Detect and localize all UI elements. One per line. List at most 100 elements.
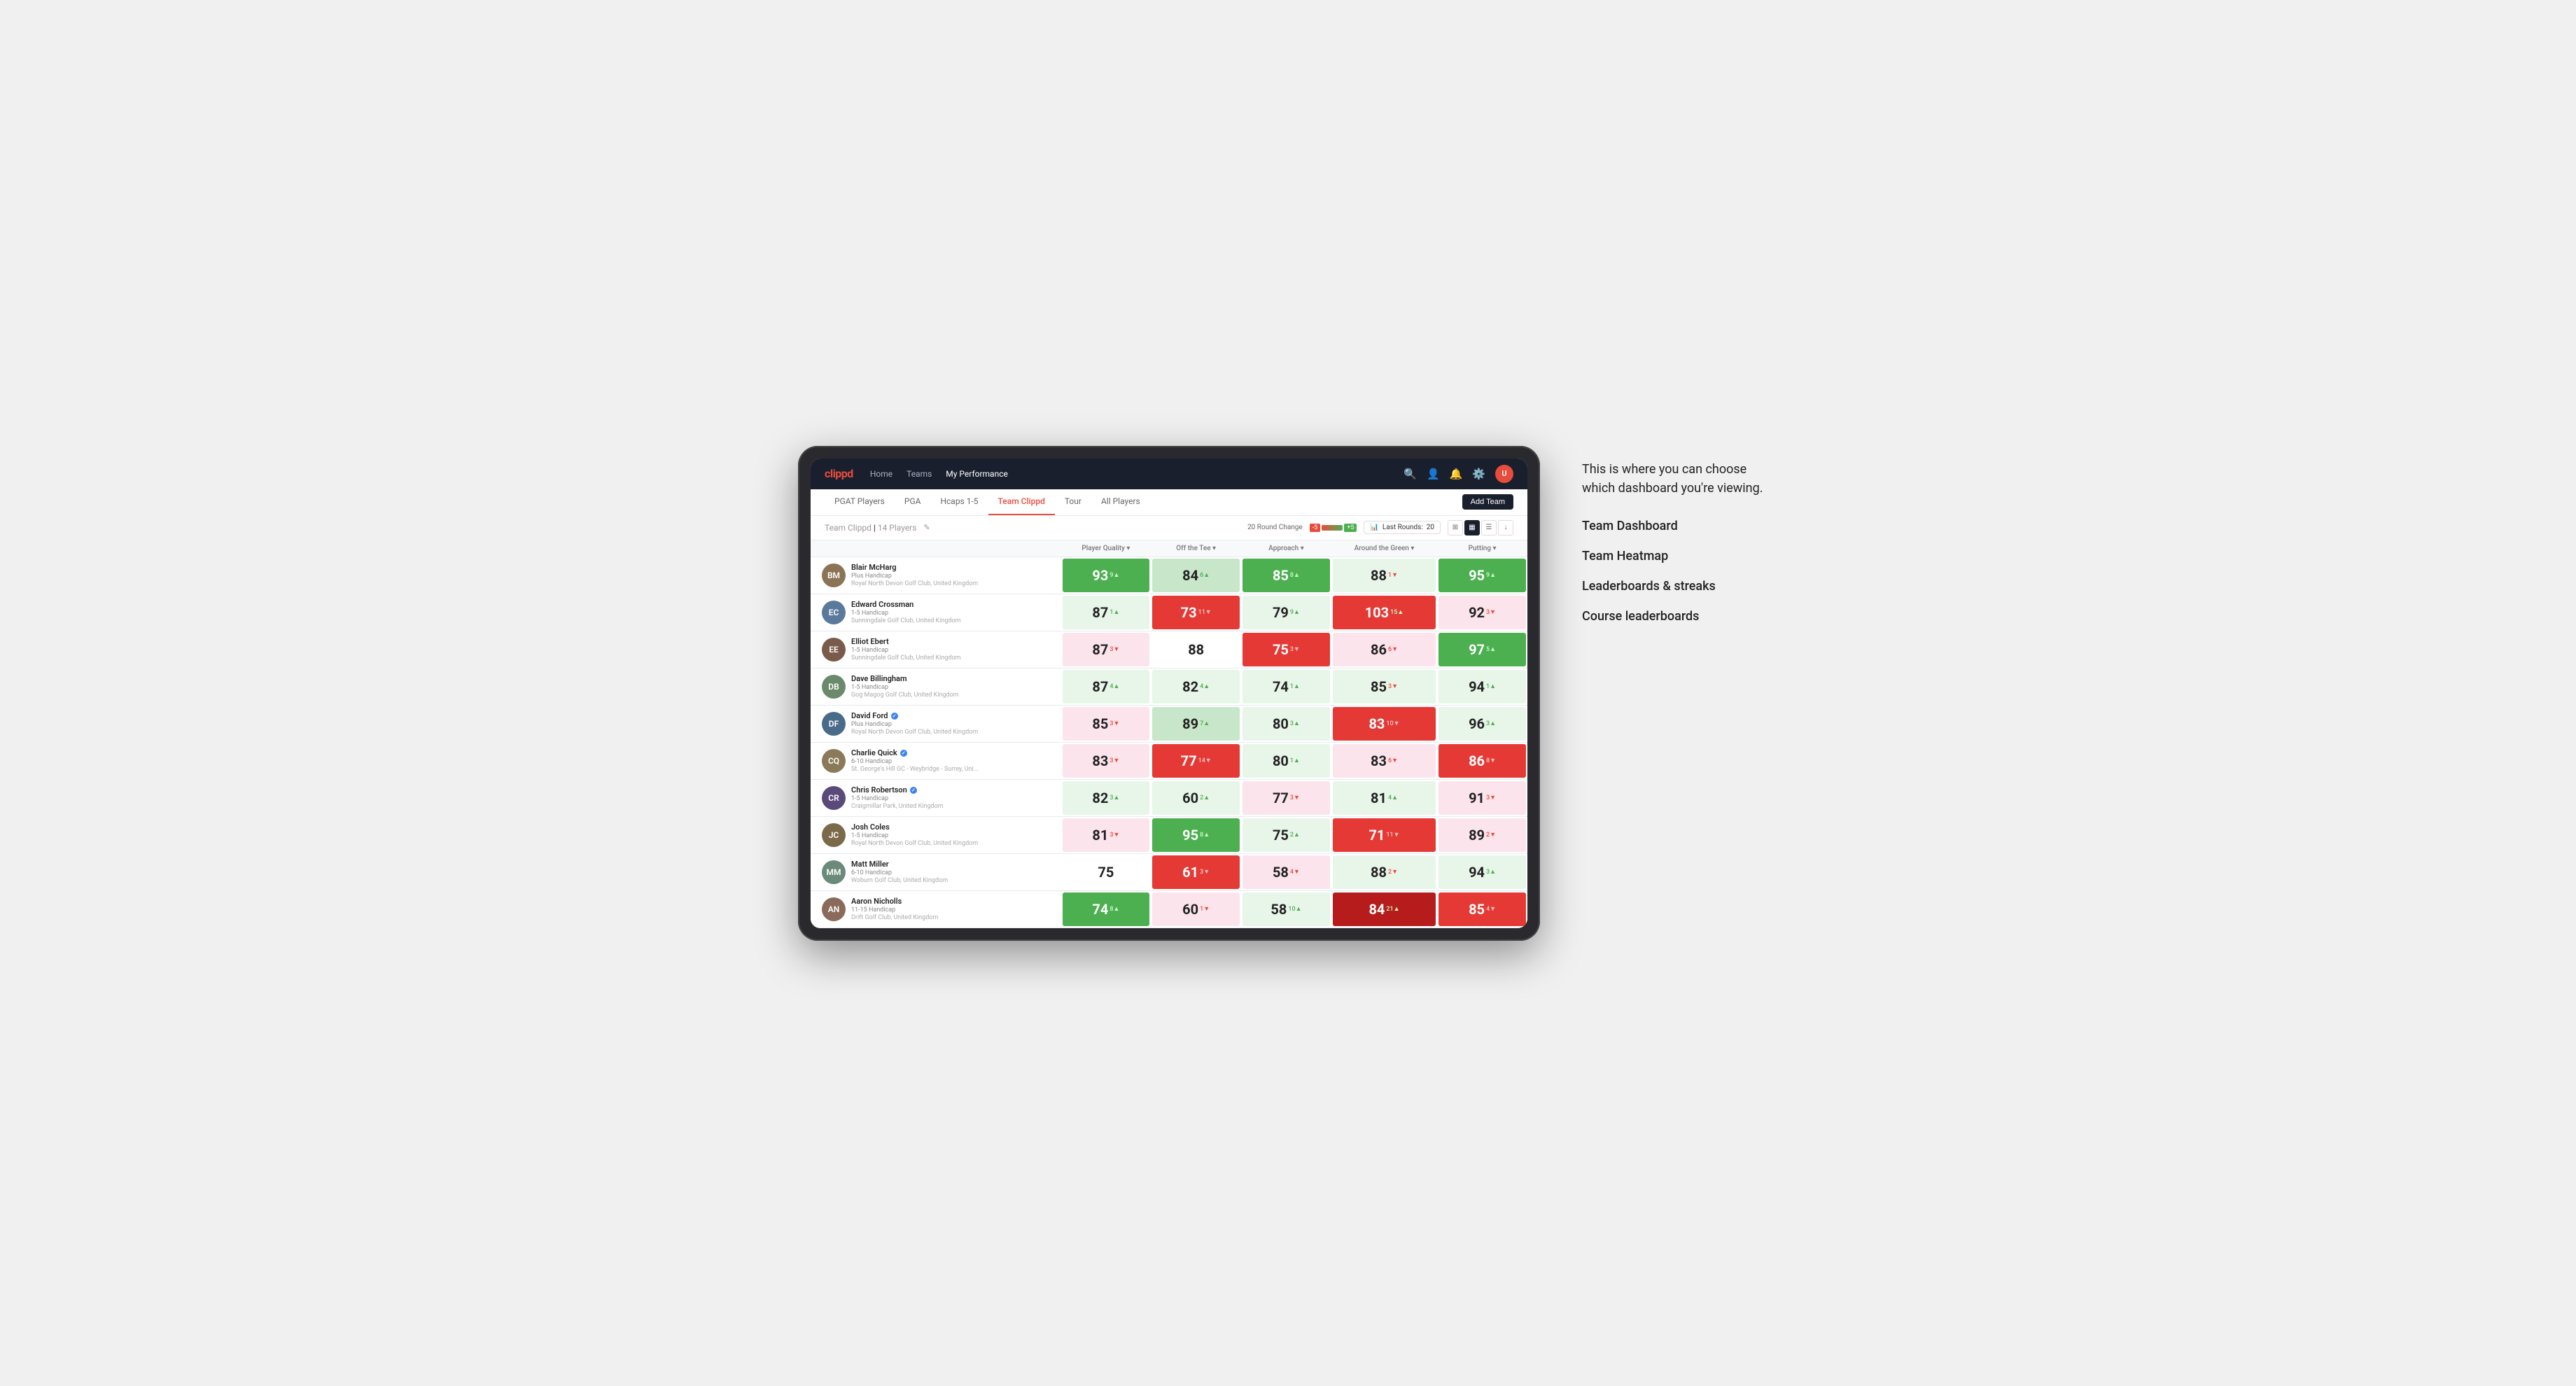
player-club: Royal North Devon Golf Club, United King… [851,580,978,587]
player-avatar: MM [822,860,846,884]
score-box: 82 4▲ [1152,670,1240,704]
score-change: 1▼ [1388,571,1398,579]
score-value: 87 [1092,641,1108,658]
user-avatar[interactable]: U [1495,465,1513,483]
nav-my-performance[interactable]: My Performance [946,469,1008,479]
player-handicap: 6-10 Handicap [851,869,948,876]
score-change: 3▼ [1486,608,1496,616]
score-change: 6▲ [1200,571,1210,579]
view-toggle-buttons: ⊞ ▦ ☰ ↓ [1448,520,1513,536]
score-box: 85 3▼ [1063,707,1150,741]
tab-tour[interactable]: Tour [1055,489,1091,515]
score-change: 1▲ [1290,757,1300,764]
score-box: 88 [1152,633,1240,666]
score-cell: 87 4▲ [1061,668,1152,705]
score-cell: 81 4▲ [1331,779,1437,816]
tab-pgat-players[interactable]: PGAT Players [825,489,895,515]
score-cell: 96 3▲ [1437,705,1527,742]
score-cell: 91 3▼ [1437,779,1527,816]
col-putting[interactable]: Putting ▾ [1437,540,1527,557]
settings-icon[interactable]: ⚙️ [1472,468,1485,480]
score-value: 60 [1182,790,1198,806]
player-cell[interactable]: CQ Charlie Quick ✓ 6-10 Handicap St. Geo… [811,742,1061,779]
table-view-button[interactable]: ▦ [1464,520,1480,536]
score-cell: 93 9▲ [1061,556,1152,594]
player-name: David Ford ✓ [851,711,978,720]
player-name: Edward Crossman [851,600,960,609]
download-button[interactable]: ↓ [1498,520,1513,536]
score-box: 86 8▼ [1438,744,1526,778]
score-cell: 77 14▼ [1151,742,1241,779]
player-cell[interactable]: EC Edward Crossman 1-5 Handicap Sunningd… [811,594,1061,631]
score-change: 10▲ [1288,905,1301,913]
list-view-button[interactable]: ☰ [1481,520,1497,536]
search-icon[interactable]: 🔍 [1404,468,1417,480]
player-info: Charlie Quick ✓ 6-10 Handicap St. George… [851,748,979,773]
score-cell: 61 3▼ [1151,853,1241,890]
nav-teams[interactable]: Teams [906,469,932,479]
player-handicap: 6-10 Handicap [851,758,979,765]
score-change: 11▼ [1386,831,1399,839]
score-box: 71 11▼ [1333,818,1436,852]
score-value: 83 [1371,752,1387,769]
score-change: 3▼ [1110,757,1119,764]
player-cell[interactable]: AN Aaron Nicholls 11-15 Handicap Drift G… [811,890,1061,927]
score-value: 80 [1273,715,1289,732]
score-value: 82 [1182,678,1198,695]
player-cell[interactable]: JC Josh Coles 1-5 Handicap Royal North D… [811,816,1061,853]
score-box: 77 14▼ [1152,744,1240,778]
col-player-quality[interactable]: Player Quality ▾ [1061,540,1152,557]
player-handicap: 1-5 Handicap [851,795,944,802]
score-value: 92 [1469,604,1485,621]
score-cell: 88 [1151,631,1241,668]
score-box: 79 9▲ [1242,596,1330,629]
grid-view-button[interactable]: ⊞ [1448,520,1463,536]
notification-icon[interactable]: 🔔 [1450,468,1463,480]
col-around-green[interactable]: Around the Green ▾ [1331,540,1437,557]
score-change: 5▲ [1486,645,1496,653]
player-cell[interactable]: CR Chris Robertson ✓ 1-5 Handicap Craigm… [811,779,1061,816]
score-cell: 85 4▼ [1437,890,1527,927]
score-box: 87 3▼ [1063,633,1150,666]
last-rounds-button[interactable]: 📊 Last Rounds: 20 [1364,521,1441,534]
player-cell[interactable]: MM Matt Miller 6-10 Handicap Woburn Golf… [811,853,1061,890]
player-cell[interactable]: DF David Ford ✓ Plus Handicap Royal Nort… [811,705,1061,742]
score-cell: 87 1▲ [1061,594,1152,631]
tab-pga[interactable]: PGA [895,489,931,515]
tab-hcaps[interactable]: Hcaps 1-5 [930,489,988,515]
score-box: 97 5▲ [1438,633,1526,666]
player-cell[interactable]: DB Dave Billingham 1-5 Handicap Gog Mago… [811,668,1061,705]
col-approach[interactable]: Approach ▾ [1241,540,1331,557]
player-avatar: AN [822,897,846,921]
nav-home[interactable]: Home [870,469,892,479]
player-cell[interactable]: BM Blair McHarg Plus Handicap Royal Nort… [811,556,1061,594]
tab-team-clippd[interactable]: Team Clippd [988,489,1055,515]
player-cell[interactable]: EE Elliot Ebert 1-5 Handicap Sunningdale… [811,631,1061,668]
col-off-tee[interactable]: Off the Tee ▾ [1151,540,1241,557]
verified-icon: ✓ [891,713,898,720]
score-box: 87 4▲ [1063,670,1150,704]
score-change: 3▲ [1290,720,1300,727]
score-change: 10▼ [1386,720,1399,727]
tab-all-players[interactable]: All Players [1091,489,1150,515]
profile-icon[interactable]: 👤 [1427,468,1440,480]
score-value: 58 [1273,864,1289,881]
score-box: 61 3▼ [1152,855,1240,889]
page-wrapper: clippd Home Teams My Performance 🔍 👤 🔔 ⚙… [798,446,1778,941]
table-row: EC Edward Crossman 1-5 Handicap Sunningd… [811,594,1527,631]
player-name: Dave Billingham [851,674,959,683]
player-avatar: EC [822,601,846,624]
score-value: 85 [1273,567,1289,584]
score-value: 87 [1092,604,1108,621]
player-club: St. George's Hill GC - Weybridge - Surre… [851,766,979,773]
score-box: 84 6▲ [1152,559,1240,592]
score-box: 95 8▲ [1152,818,1240,852]
add-team-button[interactable]: Add Team [1462,494,1513,510]
player-handicap: Plus Handicap [851,721,978,728]
score-value: 84 [1368,901,1385,918]
score-box: 91 3▼ [1438,781,1526,815]
score-value: 79 [1273,604,1289,621]
score-cell: 87 3▼ [1061,631,1152,668]
edit-team-icon[interactable]: ✎ [923,523,930,532]
score-change: 3▼ [1388,682,1398,690]
